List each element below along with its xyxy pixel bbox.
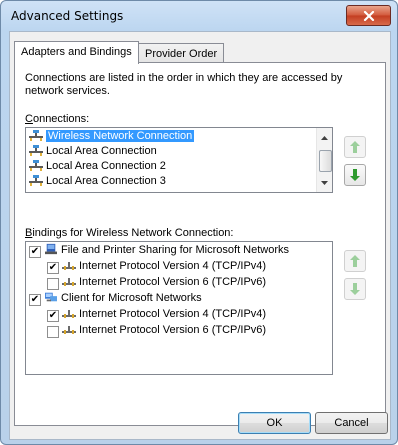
tree-item-label: Internet Protocol Version 6 (TCP/IPv6)	[79, 324, 267, 336]
tab-adapters-and-bindings[interactable]: Adapters and Bindings	[14, 41, 139, 64]
arrow-up-icon	[350, 255, 360, 267]
tree-item-label: File and Printer Sharing for Microsoft N…	[61, 244, 290, 256]
tree-item-label: Internet Protocol Version 4 (TCP/IPv4)	[79, 260, 267, 272]
window-title: Advanced Settings	[11, 9, 124, 23]
close-icon	[363, 10, 374, 21]
connections-label: Connections:	[25, 113, 90, 125]
tree-item[interactable]: Internet Protocol Version 4 (TCP/IPv4)	[61, 259, 266, 274]
list-item[interactable]: Local Area Connection 3	[28, 174, 166, 189]
protocol-icon	[62, 262, 76, 270]
binding-checkbox[interactable]	[47, 326, 59, 338]
network-client-icon	[45, 292, 57, 302]
move-connection-down-button[interactable]	[344, 164, 366, 186]
tree-item-label: Internet Protocol Version 4 (TCP/IPv4)	[79, 308, 267, 320]
close-button[interactable]	[346, 5, 391, 26]
scroll-down-button[interactable]	[317, 175, 332, 190]
network-adapter-icon	[29, 160, 43, 171]
binding-checkbox[interactable]: ✔	[29, 294, 41, 306]
bindings-label: Bindings for Wireless Network Connection…	[25, 227, 234, 239]
cancel-button[interactable]: Cancel	[315, 412, 388, 434]
protocol-icon	[62, 278, 76, 286]
scroll-up-button[interactable]	[317, 130, 332, 145]
list-item-label: Local Area Connection	[46, 145, 157, 157]
arrow-down-icon	[350, 283, 360, 295]
tree-item[interactable]: File and Printer Sharing for Microsoft N…	[43, 243, 289, 258]
arrow-down-icon	[350, 169, 360, 181]
tree-item[interactable]: Client for Microsoft Networks	[43, 291, 202, 306]
list-item-label: Local Area Connection 2	[46, 160, 166, 172]
list-item-label: Local Area Connection 3	[46, 175, 166, 187]
list-item[interactable]: Wireless Network Connection	[28, 129, 195, 144]
scroll-down-icon	[321, 180, 328, 185]
list-item[interactable]: Local Area Connection 2	[28, 159, 166, 174]
binding-checkbox[interactable]: ✔	[47, 310, 59, 322]
scroll-up-icon	[321, 135, 328, 140]
ok-button[interactable]: OK	[238, 412, 311, 434]
tree-item[interactable]: Internet Protocol Version 4 (TCP/IPv4)	[61, 307, 266, 322]
advanced-settings-window: Advanced Settings Adapters and Bindings …	[0, 0, 398, 445]
title-bar[interactable]: Advanced Settings	[1, 1, 397, 31]
tree-item-label: Client for Microsoft Networks	[61, 292, 202, 304]
tab-label: Provider Order	[145, 48, 218, 60]
connections-scrollbar[interactable]	[316, 128, 332, 192]
list-item-label: Wireless Network Connection	[46, 130, 195, 142]
network-adapter-icon	[29, 130, 43, 141]
arrow-up-icon	[350, 141, 360, 153]
file-printer-sharing-icon	[45, 243, 57, 255]
move-binding-up-button[interactable]	[344, 250, 366, 272]
tab-label: Adapters and Bindings	[21, 46, 132, 58]
move-binding-down-button[interactable]	[344, 278, 366, 300]
tree-item[interactable]: Internet Protocol Version 6 (TCP/IPv6)	[61, 275, 266, 290]
network-adapter-icon	[29, 145, 43, 156]
tree-item-label: Internet Protocol Version 6 (TCP/IPv6)	[79, 276, 267, 288]
binding-checkbox[interactable]	[47, 278, 59, 290]
network-adapter-icon	[29, 175, 43, 186]
binding-checkbox[interactable]: ✔	[47, 262, 59, 274]
bindings-tree[interactable]: ✔ File and Printer Sharing for Microsoft…	[25, 241, 333, 375]
list-item[interactable]: Local Area Connection	[28, 144, 157, 159]
protocol-icon	[62, 326, 76, 334]
tab-provider-order[interactable]: Provider Order	[138, 43, 225, 64]
move-connection-up-button[interactable]	[344, 136, 366, 158]
tree-item[interactable]: Internet Protocol Version 6 (TCP/IPv6)	[61, 323, 266, 338]
protocol-icon	[62, 310, 76, 318]
tab-panel: Connections are listed in the order in w…	[14, 62, 386, 426]
dialog-body: Adapters and Bindings Provider Order Con…	[9, 31, 391, 440]
scroll-thumb[interactable]	[319, 150, 332, 172]
intro-text: Connections are listed in the order in w…	[25, 72, 343, 97]
binding-checkbox[interactable]: ✔	[29, 246, 41, 258]
connections-list[interactable]: Wireless Network Connection Local Area C…	[25, 127, 333, 193]
